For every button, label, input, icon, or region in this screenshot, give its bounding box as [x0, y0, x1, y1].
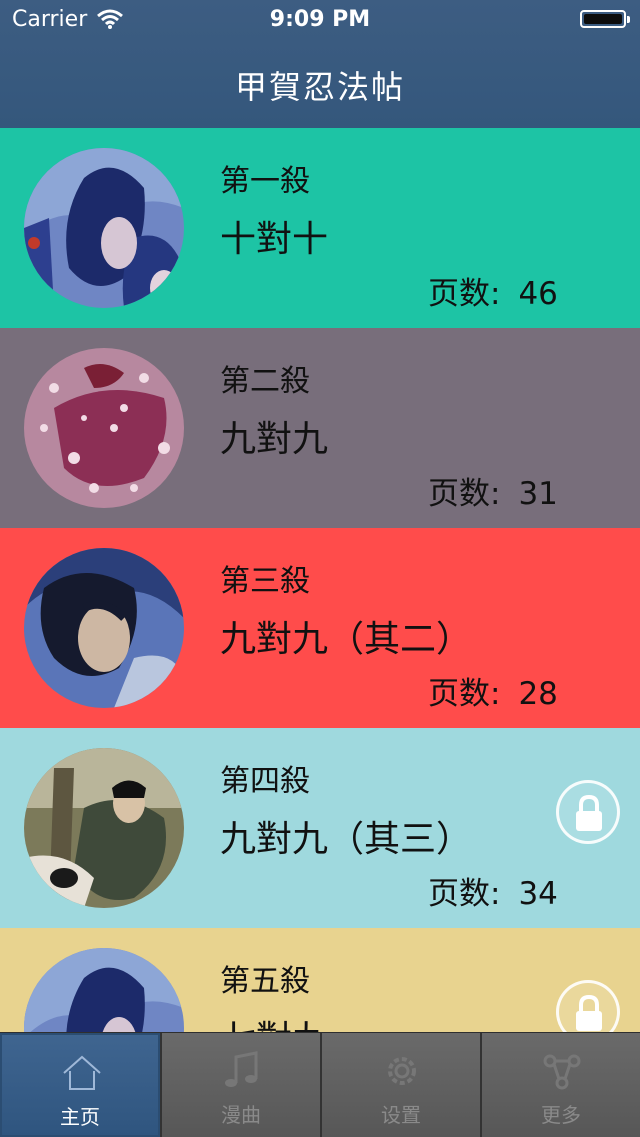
chapter-number: 第一殺 — [220, 164, 310, 199]
tab-home[interactable]: 主页 — [0, 1033, 160, 1137]
tab-label: 更多 — [541, 1103, 581, 1127]
page-count: 页数: 28 — [428, 668, 558, 713]
tab-more[interactable]: 更多 — [480, 1033, 640, 1137]
chapter-cover-image — [24, 948, 184, 1032]
chapter-row-3[interactable]: 第三殺 九對九（其二） 页数: 28 — [0, 528, 640, 728]
lock-icon[interactable] — [556, 780, 620, 844]
chapter-cover-image — [24, 148, 184, 308]
chapter-list[interactable]: 第一殺 十對十 页数: 46 第二殺 九對九 页数: 31 第三殺 九對九（其二… — [0, 128, 640, 1032]
tab-label: 漫曲 — [221, 1103, 261, 1127]
battery-icon — [580, 10, 630, 28]
page-count-value: 28 — [518, 676, 558, 712]
home-icon — [63, 1055, 101, 1090]
tab-settings[interactable]: 设置 — [320, 1033, 480, 1137]
page-count-label: 页数: — [428, 276, 501, 312]
page-count-label: 页数: — [428, 476, 501, 512]
gear-icon — [388, 1057, 416, 1085]
chapter-cover-image — [24, 748, 184, 908]
chapter-title: 七對九 — [220, 1010, 328, 1032]
page-count-label: 页数: — [428, 876, 501, 912]
page-count-value: 46 — [518, 276, 558, 312]
page-count: 页数: 34 — [428, 868, 558, 913]
lock-icon[interactable] — [556, 980, 620, 1032]
page-count: 页数: 31 — [428, 468, 558, 513]
page-count-label: 页数: — [428, 676, 501, 712]
page-count: 页数: 46 — [428, 268, 558, 313]
clock-label: 9:09 PM — [269, 7, 371, 32]
tab-label: 设置 — [381, 1103, 421, 1127]
chapter-number: 第四殺 — [220, 764, 310, 799]
chapter-title: 九對九 — [220, 419, 329, 460]
tab-bar: 主页 漫曲 设置 更多 — [0, 1032, 640, 1137]
chapter-number: 第五殺 — [220, 964, 310, 999]
chapter-row-4[interactable]: 第四殺 九對九（其三） 页数: 34 — [0, 728, 640, 928]
chapter-cover-image — [24, 548, 184, 708]
page-count-value: 31 — [518, 476, 558, 512]
tab-label: 主页 — [60, 1105, 100, 1129]
chapter-cover-image — [24, 348, 184, 508]
chapter-title: 九對九（其二） — [220, 619, 473, 660]
chapter-row-1[interactable]: 第一殺 十對十 页数: 46 — [0, 128, 640, 328]
page-title: 甲賀忍法帖 — [234, 68, 405, 106]
tab-music[interactable]: 漫曲 — [160, 1033, 320, 1137]
music-note-icon — [225, 1051, 258, 1087]
navigation-bar: Carrier 9:09 PM 甲賀忍法帖 — [0, 0, 640, 128]
chapter-title: 十對十 — [220, 219, 329, 260]
chapter-number: 第三殺 — [220, 564, 310, 599]
status-bar: Carrier 9:09 PM — [0, 0, 640, 40]
page-count-value: 34 — [518, 876, 558, 912]
share-icon — [543, 1054, 581, 1090]
chapter-row-2[interactable]: 第二殺 九對九 页数: 31 — [0, 328, 640, 528]
chapter-title: 九對九（其三） — [220, 819, 473, 860]
chapter-row-5[interactable]: 第五殺 七對九 — [0, 928, 640, 1032]
chapter-number: 第二殺 — [220, 364, 310, 399]
